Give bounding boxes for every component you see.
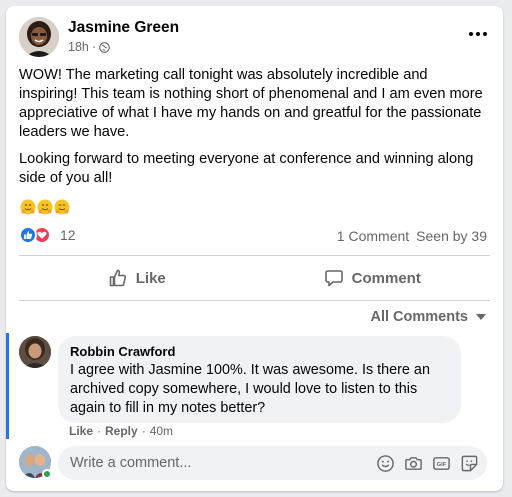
comment-time[interactable]: 40m [150,424,173,438]
stats-right: 1 Comment Seen by 39 [337,228,487,244]
author-name[interactable]: Jasmine Green [68,19,179,37]
comment-button[interactable]: Comment [255,261,491,295]
post-actions: Like Comment [19,261,490,295]
post-body: WOW! The marketing call tonight was abso… [19,66,487,196]
online-status-indicator [42,469,52,479]
comment-composer: GIF [58,446,487,480]
like-button[interactable]: Like [19,261,255,295]
comment-label: Comment [351,269,421,287]
all-comments-filter[interactable]: All Comments [370,309,486,325]
hugging-face-icon [20,199,36,215]
comment-text: I agree with Jasmine 100%. It was awesom… [70,362,430,416]
comment-input[interactable] [70,446,370,480]
author-avatar[interactable] [19,17,59,57]
reaction-count: 12 [60,227,76,243]
post-meta: 18h · [68,40,110,54]
comment-icon [324,270,343,287]
post-paragraph-1: WOW! The marketing call tonight was abso… [19,67,483,140]
camera-icon[interactable] [404,454,423,473]
caret-down-icon [476,314,486,320]
commenter-avatar[interactable] [19,336,51,368]
more-options-icon[interactable] [466,24,490,44]
gif-icon[interactable]: GIF [432,454,451,473]
post-stats: 12 1 Comment Seen by 39 [19,224,490,246]
meta-separator: · [91,40,97,54]
comment-bubble: Robbin Crawford I agree with Jasmine 100… [58,336,461,423]
post-time[interactable]: 18h [68,40,89,54]
divider [19,300,490,301]
like-label: Like [135,269,166,287]
comment-separator: · [141,424,146,438]
globe-icon[interactable] [99,41,110,53]
seen-by[interactable]: Seen by 39 [416,228,487,244]
composer-icons: GIF [376,454,479,473]
divider [19,255,490,256]
post-header: Jasmine Green 18h · [19,17,490,59]
hugging-face-icon [37,199,53,215]
post-paragraph-2: Looking forward to meeting everyone at c… [19,151,474,186]
post-emojis [20,199,70,215]
comment-highlight-bar [6,333,9,439]
like-reaction-icon [19,226,37,244]
hugging-face-icon [54,199,70,215]
thumbs-up-icon [109,269,126,287]
comment-reply-link[interactable]: Reply [105,424,138,438]
emoji-icon[interactable] [376,454,395,473]
all-comments-label: All Comments [370,309,469,325]
comment-like-link[interactable]: Like [69,424,93,438]
reactions-summary[interactable]: 12 [19,226,76,244]
comment-separator: · [97,424,102,438]
comment-actions: Like · Reply · 40m [69,424,173,438]
post-card: Jasmine Green 18h · WOW! The marketing c… [6,6,503,491]
svg-text:GIF: GIF [437,462,447,468]
comment-count[interactable]: 1 Comment [337,228,409,244]
sticker-icon[interactable] [460,454,479,473]
comment-author[interactable]: Robbin Crawford [70,344,449,359]
